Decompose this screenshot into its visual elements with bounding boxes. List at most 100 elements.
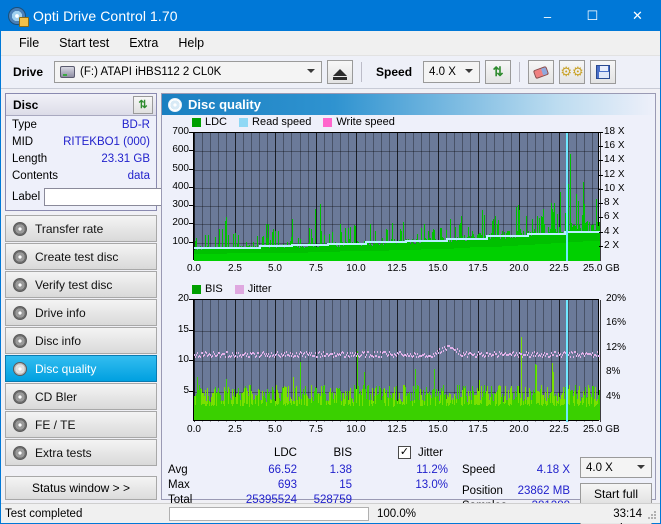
save-button[interactable] — [590, 60, 617, 84]
drive-select[interactable]: (F:) ATAPI iHBS112 2 CL0K — [54, 61, 323, 83]
disc-row-type: Type BD-R — [6, 116, 156, 133]
jitter-point — [436, 353, 437, 355]
jitter-point — [299, 353, 300, 355]
sidebar-item-extra-tests[interactable]: Extra tests — [5, 439, 157, 466]
jitter-point — [202, 352, 203, 354]
sidebar-item-verify-test-disc[interactable]: Verify test disc — [5, 271, 157, 298]
erase-button[interactable] — [528, 60, 555, 84]
stats-col-ldc: LDC — [273, 447, 297, 459]
sidebar-item-disc-quality[interactable]: Disc quality — [5, 355, 157, 382]
jitter-point — [296, 352, 297, 354]
bis-marker — [566, 300, 568, 422]
ytick-mark — [599, 217, 603, 218]
jitter-point — [493, 354, 494, 356]
jitter-point — [531, 354, 532, 356]
disc-icon — [13, 361, 27, 376]
resize-grip[interactable] — [647, 510, 657, 520]
ldc-ytick: 100 — [172, 236, 189, 247]
close-button[interactable]: ✕ — [615, 1, 660, 31]
bis-plot-area — [193, 299, 601, 422]
bis-xtick: 10.0 — [346, 424, 366, 435]
sidebar-item-fe-te[interactable]: FE / TE — [5, 411, 157, 438]
menu-file[interactable]: File — [9, 33, 49, 53]
maximize-button[interactable]: ☐ — [570, 1, 615, 31]
jitter-point — [323, 351, 324, 353]
menu-extra[interactable]: Extra — [119, 33, 168, 53]
jitter-point — [343, 352, 344, 354]
drive-label: Drive — [13, 65, 44, 79]
gridline-vertical — [600, 300, 601, 422]
jitter-point — [413, 355, 414, 357]
status-window-button[interactable]: Status window > > — [5, 476, 157, 500]
read-speed-line — [365, 241, 405, 243]
jitter-point — [196, 354, 197, 356]
start-full-button[interactable]: Start full — [580, 483, 652, 504]
sidebar: Disc ⇅ Type BD-R MID RITEKBO1 (000) Leng… — [5, 93, 248, 500]
jitter-point — [465, 353, 466, 355]
stats-col-bis: BIS — [333, 447, 352, 459]
jitter-point — [526, 351, 527, 353]
disc-mid-value: RITEKBO1 (000) — [63, 135, 150, 148]
ldc-xtick: 2.5 — [228, 263, 242, 274]
speed-select[interactable]: 4.0 X — [423, 61, 481, 83]
jitter-point — [354, 354, 355, 356]
jitter-point — [350, 352, 351, 354]
legend-label-jitter: Jitter — [247, 283, 272, 295]
jitter-point — [356, 355, 357, 357]
disc-quality-icon — [168, 97, 182, 112]
sidebar-item-cd-bler[interactable]: CD Bler — [5, 383, 157, 410]
sidebar-item-transfer-rate[interactable]: Transfer rate — [5, 215, 157, 242]
jitter-point — [220, 356, 221, 358]
ldc-ytick: 400 — [172, 181, 189, 192]
jitter-point — [317, 356, 318, 358]
ldc-xtick: 20.0 — [509, 263, 529, 274]
ytick-mark — [599, 246, 603, 247]
eraser-icon — [532, 65, 550, 79]
jitter-point — [393, 356, 394, 358]
disc-row-label: Label — [6, 184, 248, 210]
toolbar-divider-1 — [361, 62, 363, 82]
jitter-point — [197, 352, 198, 354]
statistics-panel: LDC BIS ✓ Jitter Avg 66.52 1.38 11.2% Ma… — [162, 445, 655, 524]
disc-contents-value: data — [127, 169, 150, 182]
jitter-point — [361, 354, 362, 356]
disc-refresh-button[interactable]: ⇅ — [133, 95, 153, 114]
ldc-xtick: 15.0 — [428, 263, 448, 274]
jitter-point — [235, 355, 236, 357]
bis-ytick: 15 — [177, 324, 189, 335]
legend-swatch-write-speed — [323, 117, 333, 127]
menu-start-test[interactable]: Start test — [49, 33, 119, 53]
sidebar-item-disc-info[interactable]: Disc info — [5, 327, 157, 354]
read-speed-line — [486, 235, 527, 237]
test-speed-select[interactable]: 4.0 X — [580, 457, 652, 478]
jitter-point — [325, 355, 326, 357]
jitter-point — [355, 352, 356, 354]
jitter-point — [271, 352, 272, 354]
refresh-button[interactable]: ⇅ — [485, 60, 512, 84]
eject-button[interactable] — [327, 60, 354, 84]
jitter-point — [285, 355, 286, 357]
jitter-point — [434, 355, 435, 357]
ldc-chart-legend: LDC Read speed Write speed — [192, 116, 395, 128]
sidebar-item-drive-info[interactable]: Drive info — [5, 299, 157, 326]
jitter-point — [308, 354, 309, 356]
settings-button[interactable]: ⚙⚙ — [559, 60, 586, 84]
menu-help[interactable]: Help — [168, 33, 214, 53]
jitter-point — [543, 354, 544, 356]
disc-icon — [13, 305, 27, 320]
jitter-point — [206, 352, 207, 354]
jitter-point — [261, 354, 262, 356]
jitter-point — [485, 355, 486, 357]
jitter-point — [527, 354, 528, 356]
minimize-button[interactable]: – — [525, 1, 570, 31]
jitter-point — [474, 353, 475, 355]
title-bar: Opti Drive Control 1.70 – ☐ ✕ — [1, 1, 660, 31]
sidebar-item-create-test-disc[interactable]: Create test disc — [5, 243, 157, 270]
jitter-point — [265, 355, 266, 357]
jitter-point — [596, 355, 597, 357]
sidebar-item-label: Disc info — [35, 333, 82, 348]
ytick-mark — [599, 175, 603, 176]
jitter-point — [550, 355, 551, 357]
speed-readout-label: Speed — [462, 464, 496, 476]
jitter-checkbox[interactable]: ✓ — [398, 446, 411, 459]
